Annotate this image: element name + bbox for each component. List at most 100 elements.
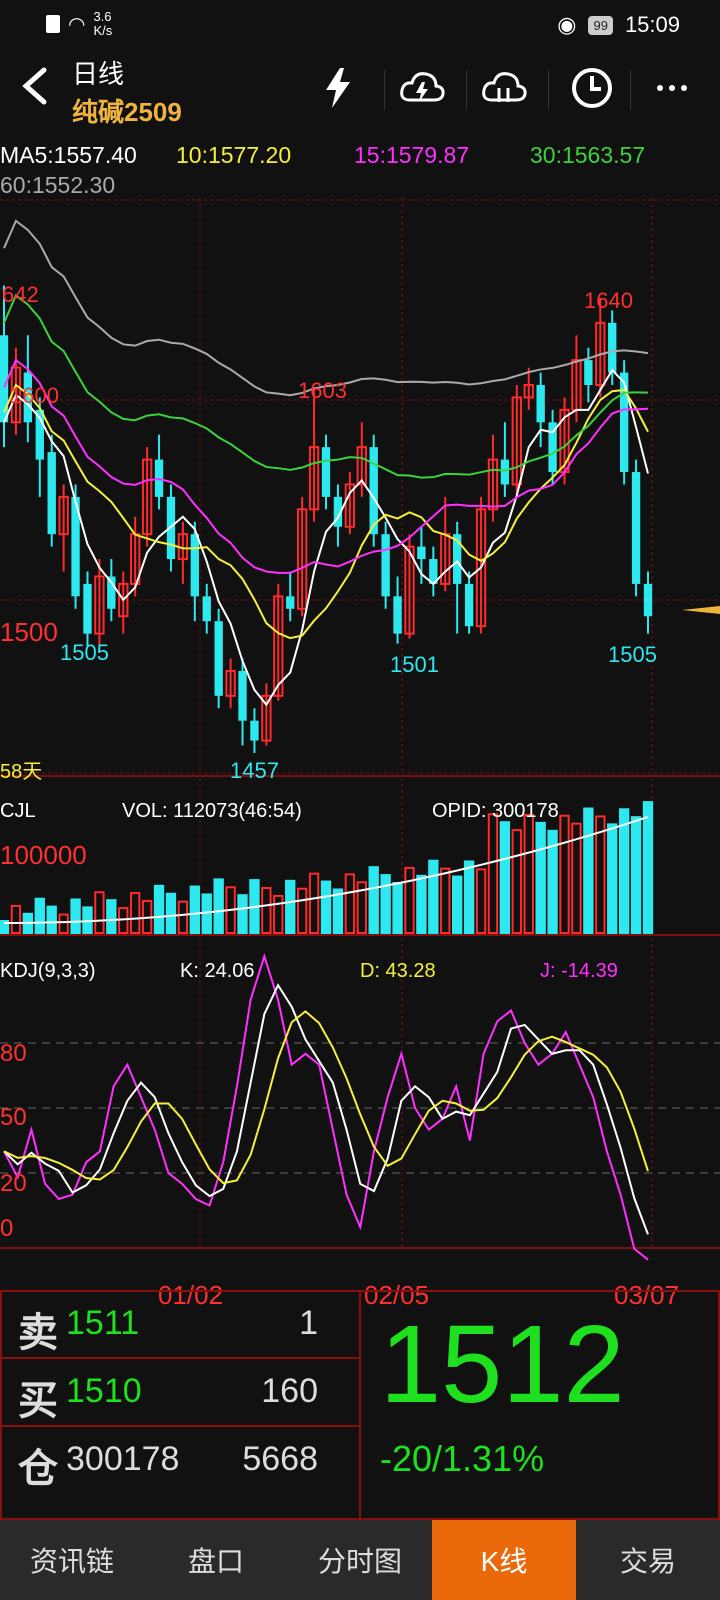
buy-price[interactable]: 1510 — [66, 1372, 142, 1411]
flash-icon[interactable] — [318, 66, 366, 110]
notification-icon — [46, 15, 60, 33]
volume-bar — [368, 866, 379, 935]
tab-order-book[interactable]: 盘口 — [144, 1520, 288, 1600]
volume-bar — [261, 887, 272, 934]
volume-title: CJL — [0, 800, 36, 822]
volume-bar — [308, 872, 320, 934]
candle-body — [643, 583, 653, 617]
header-divider — [466, 70, 467, 110]
volume-bar — [618, 808, 630, 934]
back-icon[interactable] — [18, 66, 52, 112]
candle-body — [381, 534, 390, 597]
price-label-high-left: 642 — [2, 282, 39, 307]
symbol-title: 纯碱2509 — [72, 97, 182, 127]
ma-line — [3, 219, 649, 397]
bottom-nav: 资讯链 盘口 分时图 K线 交易 — [0, 1520, 720, 1600]
tab-intraday[interactable]: 分时图 — [288, 1520, 432, 1600]
volume-bar — [153, 884, 165, 934]
volume-bar — [428, 859, 439, 935]
more-icon[interactable] — [652, 66, 700, 110]
clock-icon[interactable] — [570, 66, 618, 110]
candle-body — [536, 385, 545, 423]
buy-label: 买 — [18, 1379, 58, 1423]
kdj-k-line — [3, 983, 649, 1235]
kdj-title: KDJ(9,3,3) — [0, 960, 96, 982]
volume-bar — [70, 898, 81, 934]
ma5-label: MA5:1557.40 — [0, 142, 137, 168]
volume-bar — [189, 885, 200, 935]
tab-trade[interactable]: 交易 — [576, 1520, 720, 1600]
price-label-low-left: 1500 — [0, 617, 58, 647]
kdj-j: J: -14.39 — [540, 960, 618, 982]
volume-bar — [94, 891, 105, 934]
volume-bar — [58, 913, 69, 935]
volume-bar — [344, 873, 356, 935]
volume-bar — [237, 894, 248, 935]
price-label-low-3: 1501 — [390, 652, 439, 677]
volume-bar — [118, 907, 129, 934]
volume-bar — [106, 899, 117, 935]
volume-bar — [630, 816, 642, 935]
volume-bar — [416, 874, 427, 934]
sell-price[interactable]: 1511 — [66, 1304, 139, 1343]
volume-bar — [499, 821, 511, 935]
order-panel: 卖 1511 1 买 1510 160 仓 300178 5668 1512 -… — [0, 1290, 720, 1520]
candle-body — [619, 372, 629, 473]
battery-indicator: 99 — [588, 15, 613, 35]
tab-news-chain[interactable]: 资讯链 — [0, 1520, 144, 1600]
price-label-mid-left: 1600 — [10, 383, 59, 408]
candle-body — [631, 472, 641, 584]
candle-body — [500, 459, 510, 485]
sell-quantity: 1 — [299, 1304, 318, 1342]
cloud-download-icon[interactable] — [398, 66, 446, 110]
volume-bar — [130, 892, 141, 934]
candle-body — [202, 596, 211, 622]
candle-body — [286, 596, 295, 609]
kline-chart[interactable] — [0, 198, 720, 1288]
status-time: 15:09 — [624, 12, 680, 37]
tab-kline[interactable]: K线 — [432, 1520, 576, 1600]
price-label-peak-right: 1640 — [584, 288, 633, 313]
app-header: 日线 纯碱2509 — [0, 48, 720, 128]
last-price-marker — [682, 606, 720, 614]
volume-bar — [320, 880, 332, 935]
volume-axis-label: 100000 — [0, 840, 87, 870]
candle-body — [608, 322, 617, 373]
candle-body — [250, 720, 259, 741]
header-divider — [384, 70, 385, 110]
volume-bar — [46, 905, 57, 934]
open-interest: 300178 — [66, 1440, 180, 1478]
cloud-upload-icon[interactable] — [480, 66, 528, 110]
price-label-low-4: 1505 — [608, 642, 657, 667]
volume-bar — [177, 900, 189, 934]
period-title: 日线 — [72, 59, 125, 89]
price-label-low-2: 1457 — [230, 758, 279, 783]
kdj-level-20: 20 — [0, 1170, 27, 1197]
candle-body — [417, 546, 426, 560]
header-divider — [548, 70, 549, 110]
volume-bar — [440, 867, 451, 934]
price-change: -20/1.31% — [380, 1438, 545, 1479]
volume-bar — [296, 887, 308, 935]
candle-body — [584, 360, 593, 385]
price-label-low-1: 1505 — [60, 640, 109, 665]
volume-bar — [607, 823, 618, 935]
days-label: 58天 — [0, 761, 43, 783]
volume-bar — [642, 801, 654, 934]
kdj-k: K: 24.06 — [180, 960, 255, 982]
volume-bar — [475, 868, 487, 935]
volume-bar — [10, 904, 22, 935]
volume-bar — [213, 878, 224, 935]
candle-body — [83, 583, 92, 634]
net-speed: 3.6 K/s — [93, 10, 112, 38]
volume-bar — [583, 807, 594, 935]
header-divider — [630, 70, 631, 110]
sell-label: 卖 — [18, 1311, 58, 1355]
status-left: ◠ 3.6 K/s — [46, 10, 112, 38]
kdj-grid — [0, 1042, 720, 1174]
candle-body — [214, 621, 223, 696]
volume-bar — [523, 814, 534, 934]
open-interest-value: OPID: 300178 — [432, 800, 559, 822]
volume-bar — [452, 875, 463, 935]
candle-body — [238, 670, 247, 721]
